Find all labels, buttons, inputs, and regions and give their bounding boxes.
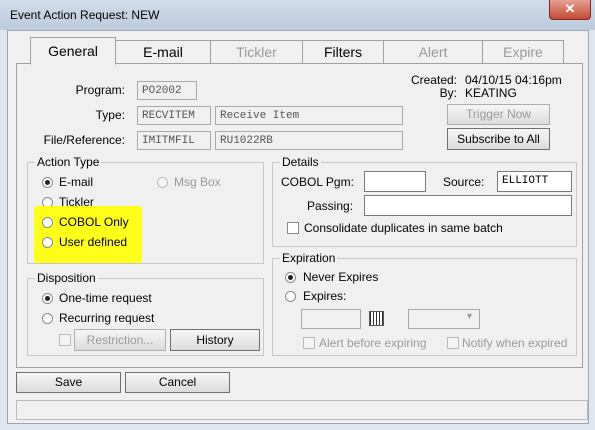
msgbox-radio[interactable] — [157, 177, 168, 188]
never-expires-radio[interactable] — [285, 272, 296, 283]
by-label: By: — [439, 86, 457, 100]
expires-radio[interactable] — [285, 291, 296, 302]
consolidate-checkbox[interactable] — [287, 222, 299, 234]
recurring-radio-label: Recurring request — [59, 311, 155, 325]
notify-when-label: Notify when expired — [462, 336, 568, 350]
expire-date-input[interactable] — [301, 309, 361, 329]
email-radio[interactable] — [42, 177, 53, 188]
type-desc-field: Receive Item — [215, 106, 403, 125]
expiration-title: Expiration — [280, 251, 338, 265]
by-value: KEATING — [465, 86, 517, 100]
consolidate-label: Consolidate duplicates in same batch — [304, 221, 503, 235]
cobol-only-radio-label: COBOL Only — [59, 215, 129, 229]
fileref-label: File/Reference: — [43, 133, 125, 147]
one-time-radio-label: One-time request — [59, 291, 152, 305]
created-label: Created: — [410, 73, 457, 87]
type-code-field: RECVITEM — [137, 106, 211, 125]
cobol-only-radio[interactable] — [42, 217, 53, 228]
cancel-button[interactable]: Cancel — [125, 372, 230, 393]
tab-tickler[interactable]: Tickler — [210, 40, 303, 63]
save-button[interactable]: Save — [16, 372, 121, 393]
restriction-button[interactable]: Restriction... — [74, 329, 166, 351]
msgbox-radio-label: Msg Box — [174, 175, 221, 189]
program-field: PO2002 — [137, 81, 197, 100]
action-type-title: Action Type — [35, 155, 102, 169]
source-input[interactable]: ELLIOTT — [497, 171, 572, 192]
cobol-pgm-input[interactable] — [364, 171, 426, 192]
details-title: Details — [280, 155, 321, 169]
type-label: Type: — [95, 108, 125, 122]
one-time-radio[interactable] — [42, 293, 53, 304]
calendar-icon[interactable] — [369, 311, 384, 326]
created-value: 04/10/15 04:16pm — [465, 73, 562, 87]
fileref-code-field: IMITMFIL — [137, 131, 211, 150]
email-radio-label: E-mail — [59, 175, 94, 189]
tab-panel-general: Program: PO2002 Type: RECVITEM Receive I… — [16, 63, 583, 368]
restriction-checkbox[interactable] — [59, 334, 71, 346]
passing-input[interactable] — [364, 195, 572, 216]
subscribe-all-button[interactable]: Subscribe to All — [447, 128, 550, 150]
cobol-pgm-label: COBOL Pgm: — [281, 175, 354, 189]
recurring-radio[interactable] — [42, 313, 53, 324]
disposition-title: Disposition — [35, 271, 98, 285]
notify-when-checkbox[interactable] — [447, 337, 459, 349]
program-label: Program: — [75, 83, 125, 97]
trigger-now-button[interactable]: Trigger Now — [447, 104, 550, 125]
passing-label: Passing: — [307, 199, 354, 213]
user-defined-radio[interactable] — [42, 237, 53, 248]
expires-radio-label: Expires: — [303, 289, 347, 303]
tab-alert[interactable]: Alert — [383, 40, 483, 63]
tab-filters[interactable]: Filters — [302, 40, 384, 63]
history-button[interactable]: History — [170, 329, 260, 351]
fileref-value-field: RU1022RB — [215, 131, 403, 150]
tab-general[interactable]: General — [30, 37, 116, 65]
user-defined-radio-label: User defined — [59, 235, 128, 249]
never-expires-radio-label: Never Expires — [303, 270, 379, 284]
alert-before-label: Alert before expiring — [319, 336, 427, 350]
alert-before-checkbox[interactable] — [303, 337, 315, 349]
chevron-down-icon: ▾ — [467, 311, 473, 322]
close-icon[interactable]: ✕ — [549, 0, 591, 20]
tab-expire[interactable]: Expire — [482, 40, 564, 63]
status-bar — [16, 400, 588, 420]
window-title: Event Action Request: NEW — [10, 8, 160, 22]
tab-email[interactable]: E-mail — [115, 40, 211, 63]
source-label: Source: — [443, 175, 485, 189]
